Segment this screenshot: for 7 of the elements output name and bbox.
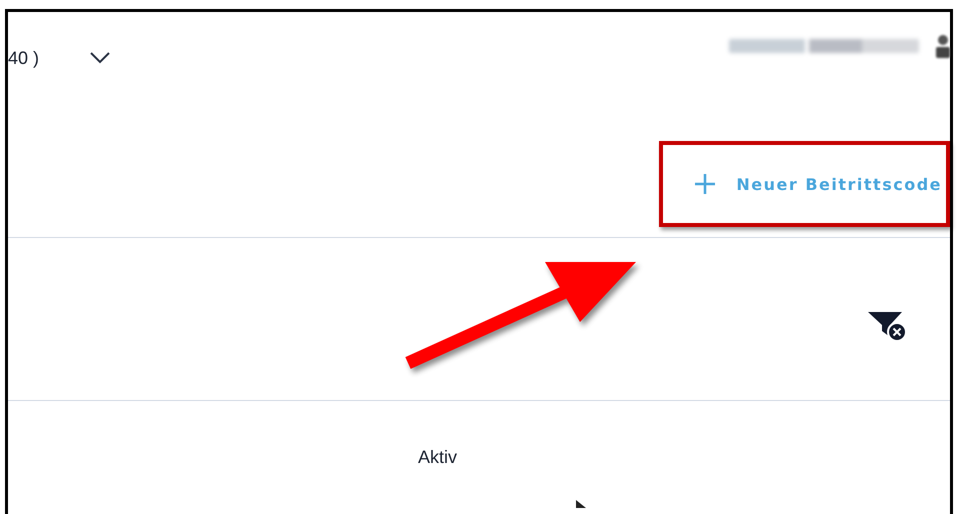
user-icon[interactable]	[935, 34, 951, 58]
sort-icon[interactable]	[576, 500, 586, 510]
plus-icon	[694, 173, 716, 195]
column-header[interactable]: Aktiv	[418, 447, 458, 468]
clear-filter-icon[interactable]	[868, 311, 908, 343]
chevron-down-icon[interactable]	[89, 51, 112, 65]
page-size-text: 40 )	[8, 48, 40, 68]
